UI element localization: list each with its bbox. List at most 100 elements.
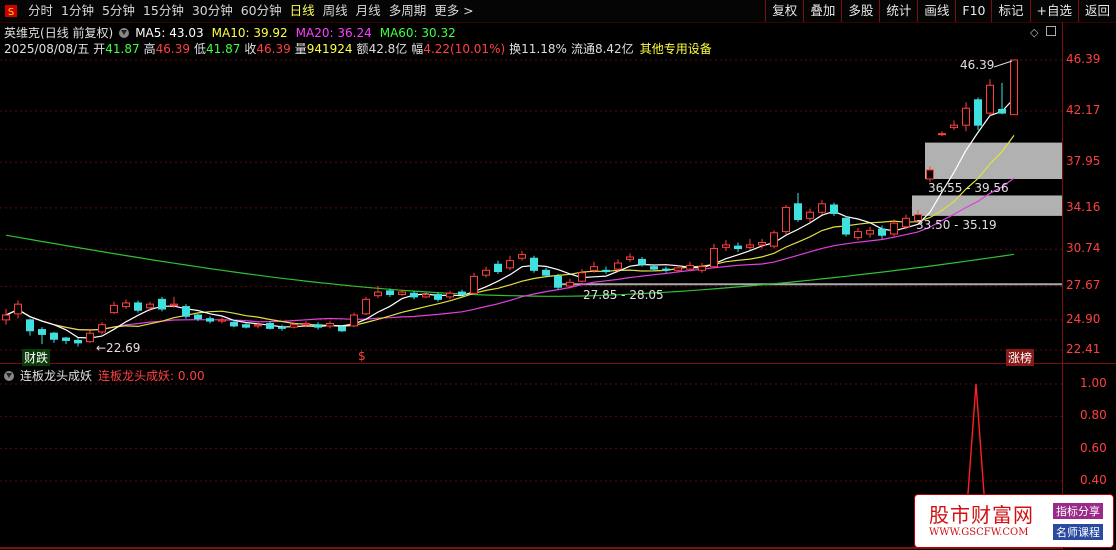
candle-body-30 (362, 298, 370, 315)
candle-body-24 (290, 324, 298, 328)
candle-body-79 (950, 124, 958, 129)
watermark-url: WWW.GSCFW.COM (929, 527, 1029, 538)
candle-body-3 (38, 329, 46, 335)
candle-body-16 (194, 314, 202, 320)
candle-body-82 (986, 84, 994, 114)
high-price-label: 46.39 (960, 58, 995, 72)
candle-body-33 (398, 291, 406, 295)
indicator-tick-2: 0.60 (1080, 440, 1107, 455)
candle-body-84 (1010, 59, 1018, 116)
candle-body-31 (374, 291, 382, 297)
candle-body-27 (326, 323, 334, 327)
candle-body-44 (530, 257, 538, 271)
candle-body-66 (794, 203, 802, 221)
candle-body-64 (770, 232, 778, 247)
indicator-tick-0: 1.00 (1080, 376, 1107, 390)
candle-body-51 (614, 262, 622, 270)
candle-body-15 (182, 306, 190, 317)
candle-body-13 (158, 298, 166, 310)
candle-body-20 (242, 324, 250, 328)
watermark-badge-2: 名师课程 (1053, 524, 1103, 540)
kline-chart[interactable] (0, 0, 1062, 550)
candle-body-43 (518, 254, 526, 259)
watermark: 股市财富网 WWW.GSCFW.COM 指标分享 名师课程 (914, 494, 1114, 548)
price-tick-7: 22.41 (1066, 342, 1101, 356)
candle-body-14 (170, 303, 178, 306)
indicator-header: 连板龙头成妖 连板龙头成妖: 0.00 (4, 367, 205, 384)
candle-body-49 (590, 266, 598, 271)
toolbar-button-8[interactable]: 返回 (1077, 0, 1116, 22)
indicator-tick-3: 0.40 (1080, 473, 1107, 487)
price-tick-6: 24.90 (1066, 311, 1101, 326)
candle-body-63 (758, 241, 766, 246)
candle-body-42 (506, 260, 514, 269)
indicator-name[interactable]: 连板龙头成妖 (20, 367, 92, 384)
candle-body-22 (266, 323, 274, 329)
candle-body-81 (974, 99, 982, 126)
candle-body-38 (458, 291, 466, 295)
candle-body-73 (878, 228, 886, 236)
price-tick-2: 37.95 (1066, 154, 1101, 169)
candle-body-70 (842, 217, 850, 235)
candle-body-36 (434, 293, 442, 300)
candle-body-50 (602, 269, 610, 273)
candle-body-6 (74, 339, 82, 344)
candle-body-53 (638, 258, 646, 265)
low-price-label: ←22.69 (96, 341, 141, 355)
candle-body-1 (14, 303, 22, 315)
price-tick-3: 34.16 (1066, 199, 1101, 214)
event-tag-left[interactable]: 财跌 (22, 349, 51, 366)
price-axis-separator (1062, 22, 1063, 550)
candle-body-25 (302, 323, 310, 326)
candle-body-69 (830, 204, 838, 214)
candle-body-12 (146, 303, 154, 309)
candle-body-10 (122, 302, 130, 308)
candle-body-59 (710, 248, 718, 268)
watermark-badge-1: 指标分享 (1053, 503, 1103, 519)
candle-body-37 (446, 292, 454, 298)
candle-body-39 (470, 275, 478, 294)
candle-body-40 (482, 269, 490, 276)
price-tick-1: 42.17 (1066, 103, 1101, 118)
indicator-value: 连板龙头成妖: 0.00 (98, 369, 205, 383)
candle-body-2 (26, 319, 34, 332)
candle-body-61 (734, 245, 742, 250)
candle-body-21 (254, 324, 262, 327)
candle-body-56 (674, 267, 682, 271)
candle-body-65 (782, 206, 790, 233)
candle-body-19 (230, 321, 238, 327)
candle-body-48 (578, 272, 586, 282)
watermark-title: 股市财富网 (929, 503, 1034, 527)
candle-body-46 (554, 275, 562, 288)
zone-label-3: 27.85 - 28.05 (583, 288, 664, 302)
ma5-line (5, 97, 1015, 339)
candle-body-52 (626, 256, 634, 260)
candle-body-75 (902, 217, 910, 228)
candle-body-32 (386, 290, 394, 295)
zone-label-2: 33.50 - 35.19 (916, 218, 997, 232)
candle-body-28 (338, 326, 346, 332)
price-tick-0: 46.39 (1066, 52, 1101, 66)
candle-body-29 (350, 314, 358, 327)
candle-body-11 (134, 302, 142, 311)
candle-body-18 (218, 319, 226, 322)
candle-body-4 (50, 332, 58, 340)
candle-body-54 (650, 266, 658, 270)
candle-body-17 (206, 318, 214, 322)
candle-body-34 (410, 292, 418, 298)
candle-body-67 (806, 211, 814, 219)
candle-body-71 (854, 231, 862, 239)
candle-body-68 (818, 203, 826, 213)
candle-body-77 (926, 169, 934, 180)
candle-body-72 (866, 229, 874, 235)
candle-body-7 (86, 332, 94, 343)
candle-body-0 (2, 314, 10, 321)
candle-body-47 (566, 281, 574, 287)
candle-body-57 (686, 264, 694, 270)
indicator-dropdown-icon[interactable] (4, 370, 14, 381)
event-tag-right[interactable]: 涨榜 (1006, 349, 1035, 366)
event-tag-mid[interactable]: $ (358, 349, 366, 363)
candle-body-83 (998, 108, 1006, 114)
candle-body-26 (314, 324, 322, 328)
candle-body-41 (494, 263, 502, 273)
